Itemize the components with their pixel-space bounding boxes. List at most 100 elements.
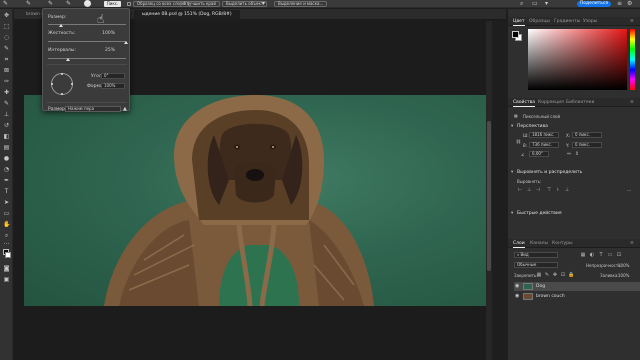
align-section-title[interactable]: Выровнять и распределить <box>517 170 582 175</box>
scroll-thumb[interactable] <box>487 121 491 271</box>
tab-layers[interactable]: Слои <box>513 241 525 248</box>
roundness-handle-top[interactable] <box>61 73 63 75</box>
share-button[interactable]: Поделиться <box>577 1 611 7</box>
tab-brown-couch[interactable]: brown c <box>24 10 44 20</box>
dodge-tool-icon[interactable]: ◔ <box>3 166 10 173</box>
quick-actions-title[interactable]: Быстрые действия <box>517 211 562 216</box>
brush-options-icon[interactable]: ✎ <box>66 1 72 7</box>
y-field[interactable]: 0 пикс. <box>572 142 602 148</box>
more-options-icon[interactable]: … <box>626 187 632 193</box>
document-canvas[interactable] <box>24 95 486 306</box>
filter-type-icon[interactable]: T <box>598 252 604 258</box>
zoom-tool-icon[interactable]: ⌕ <box>3 232 10 239</box>
pen-pressure-select[interactable]: Нажим пера <box>65 106 121 112</box>
panel-menu-icon[interactable]: ≡ <box>617 1 623 7</box>
fill-value[interactable]: 100% <box>618 273 629 278</box>
quick-mask-icon[interactable]: ◙ <box>3 265 10 272</box>
angle-roundness-widget[interactable] <box>51 73 73 95</box>
select-subject-button[interactable]: Выделить объект <box>222 1 268 7</box>
chevron-down-icon[interactable]: ▾ <box>511 124 513 129</box>
hand-tool-icon[interactable]: ✋ <box>3 221 10 228</box>
search-icon[interactable]: ⌕ <box>520 1 526 7</box>
align-center-h-icon[interactable]: ⊥ <box>526 187 532 193</box>
flip-vertical-icon[interactable]: ⇕ <box>574 151 580 157</box>
align-left-icon[interactable]: ⊢ <box>517 187 523 193</box>
lock-pixels-icon[interactable]: ▦ <box>536 272 542 278</box>
panel-menu-icon[interactable]: ≡ <box>630 241 634 246</box>
align-top-icon[interactable]: ⊤ <box>546 187 552 193</box>
layer-row-dog[interactable]: ◉ Dog <box>514 282 640 291</box>
filter-shape-icon[interactable]: ▭ <box>607 252 613 258</box>
frame-tool-icon[interactable]: ⊠ <box>3 67 10 74</box>
brush-tool-icon[interactable]: ✎ <box>3 100 10 107</box>
tab-libraries[interactable]: Библиотеки <box>566 100 594 105</box>
tab-properties[interactable]: Свойства <box>513 100 535 107</box>
transform-section-title[interactable]: Перспектива <box>517 124 548 129</box>
eraser-tool-icon[interactable]: ◧ <box>3 133 10 140</box>
lock-move-icon[interactable]: ✥ <box>552 272 558 278</box>
color-picker-field[interactable] <box>528 29 627 90</box>
link-icon[interactable]: ⛓ <box>516 139 521 144</box>
panel-menu-icon[interactable]: ≡ <box>630 19 634 24</box>
spacing-value[interactable]: 25% <box>105 48 115 53</box>
type-tool-icon[interactable]: T <box>3 188 10 195</box>
quick-selection-tool-icon[interactable]: ✎ <box>3 45 10 52</box>
background-color-swatch[interactable] <box>5 252 11 258</box>
tab-channels[interactable]: Каналы <box>530 241 548 246</box>
roundness-handle-bottom[interactable] <box>61 93 63 95</box>
sample-all-layers-checkbox[interactable] <box>127 2 131 6</box>
pen-tool-icon[interactable]: ✒ <box>3 177 10 184</box>
align-bottom-icon[interactable]: ⊥ <box>564 187 570 193</box>
screen-mode-icon[interactable]: ▣ <box>3 276 10 283</box>
panel-menu-icon[interactable]: ≡ <box>630 100 634 105</box>
eyedropper-tool-icon[interactable]: ✑ <box>3 78 10 85</box>
layer-row-brown-couch[interactable]: ◉ brown couch <box>514 292 640 301</box>
lock-artboard-icon[interactable]: ⊡ <box>560 272 566 278</box>
tab-swatches[interactable]: Образцы <box>529 19 550 24</box>
foreground-color-chip[interactable] <box>512 31 519 38</box>
share-dropdown-icon[interactable]: ▾ <box>545 1 551 7</box>
healing-tool-icon[interactable]: ✚ <box>3 89 10 96</box>
history-brush-icon[interactable]: ↺ <box>3 122 10 129</box>
hardness-slider[interactable] <box>48 41 126 42</box>
align-right-icon[interactable]: ⊣ <box>535 187 541 193</box>
marquee-tool-icon[interactable]: ⬚ <box>3 23 10 30</box>
spacing-slider-knob[interactable] <box>65 58 70 61</box>
chevron-down-icon[interactable]: ▾ <box>511 170 513 175</box>
chevron-down-icon[interactable]: ▾ <box>511 211 513 216</box>
chevron-down-icon[interactable]: ▾ <box>262 1 268 7</box>
width-field[interactable]: 1816 пикс. <box>529 132 559 138</box>
align-middle-icon[interactable]: ⊦ <box>555 187 561 193</box>
eye-icon[interactable]: ◉ <box>515 292 519 301</box>
select-and-mask-button[interactable]: Выделение и маска... <box>274 1 328 7</box>
blend-mode-select[interactable]: Обычные <box>514 262 558 268</box>
more-tools-icon[interactable]: … <box>3 239 10 246</box>
tab-patterns[interactable]: Узоры <box>583 19 597 24</box>
quick-select-icon[interactable]: ✎ <box>3 1 9 7</box>
filter-smart-icon[interactable]: ⊡ <box>616 252 622 258</box>
path-selection-icon[interactable]: ➤ <box>3 199 10 206</box>
lasso-tool-icon[interactable]: ◌ <box>3 34 10 41</box>
workspace-icon[interactable]: ▭ <box>532 1 538 7</box>
tab-gradients[interactable]: Градиенты <box>554 19 580 24</box>
angle-handle-right[interactable] <box>71 83 73 85</box>
brush-add-icon[interactable]: ✎ <box>26 1 32 7</box>
rectangle-tool-icon[interactable]: ▭ <box>3 210 10 217</box>
move-tool-icon[interactable]: ✥ <box>3 12 10 19</box>
size-unit-button[interactable]: Пикс. <box>104 1 121 7</box>
opacity-value[interactable]: 100% <box>618 263 629 268</box>
spacing-slider[interactable] <box>48 58 126 59</box>
hardness-slider-knob[interactable] <box>124 41 128 44</box>
filter-pixel-icon[interactable]: ▦ <box>580 252 586 258</box>
stamp-tool-icon[interactable]: ⊥ <box>3 111 10 118</box>
vertical-scrollbar[interactable] <box>486 21 492 360</box>
gradient-tool-icon[interactable]: ▤ <box>3 144 10 151</box>
lock-all-icon[interactable]: 🔒 <box>568 272 574 278</box>
hue-slider[interactable] <box>630 29 635 90</box>
rotation-field[interactable]: 0,00° <box>529 151 549 157</box>
flip-horizontal-icon[interactable]: ⇔ <box>566 151 572 157</box>
tab-color[interactable]: Цвет <box>513 19 525 26</box>
crop-tool-icon[interactable]: ⌗ <box>3 56 10 63</box>
tab-active-document[interactable]: ыдение 08.psd @ 151% (Dog, RGB/8#) <box>134 10 240 20</box>
settings-icon[interactable]: ⚙ <box>627 1 633 7</box>
